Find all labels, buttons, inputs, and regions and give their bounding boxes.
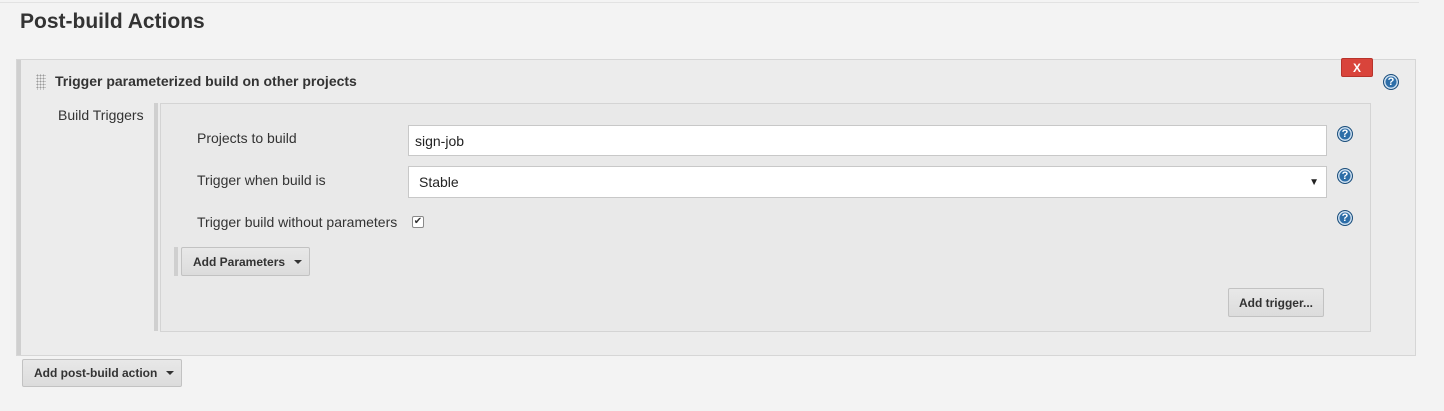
add-parameters-button[interactable]: Add Parameters [181, 247, 310, 276]
add-post-build-action-button[interactable]: Add post-build action [22, 359, 182, 387]
trigger-without-params-checkbox[interactable]: ✔ [412, 216, 424, 228]
top-divider [0, 2, 1419, 3]
trigger-condition-label: Trigger when build is [197, 172, 326, 188]
block-left-bar [17, 60, 21, 355]
projects-to-build-label: Projects to build [197, 130, 297, 146]
triggers-left-bar [154, 103, 158, 331]
chevron-down-icon: ▼ [1309, 176, 1319, 188]
trigger-without-params-label: Trigger build without parameters [197, 214, 398, 230]
add-trigger-button[interactable]: Add trigger... [1228, 288, 1324, 317]
help-icon[interactable]: ? [1337, 168, 1353, 184]
block-title: Trigger parameterized build on other pro… [55, 73, 357, 89]
help-icon[interactable]: ? [1383, 74, 1399, 90]
drag-handle-icon[interactable] [36, 74, 46, 90]
help-icon[interactable]: ? [1337, 210, 1353, 226]
trigger-condition-select[interactable]: Stable ▼ [408, 166, 1327, 198]
page-title: Post-build Actions [20, 10, 205, 33]
chevron-down-icon [294, 259, 303, 264]
help-icon[interactable]: ? [1337, 126, 1353, 142]
add-post-build-action-label: Add post-build action [34, 366, 158, 380]
checkmark-icon: ✔ [413, 216, 423, 227]
build-triggers-label: Build Triggers [58, 107, 144, 123]
trigger-condition-value: Stable [419, 174, 459, 190]
parameters-left-bar [174, 247, 178, 276]
add-parameters-label: Add Parameters [193, 254, 286, 269]
delete-action-button[interactable]: X [1341, 58, 1373, 77]
projects-to-build-input[interactable] [408, 125, 1327, 156]
chevron-down-icon [166, 371, 175, 375]
